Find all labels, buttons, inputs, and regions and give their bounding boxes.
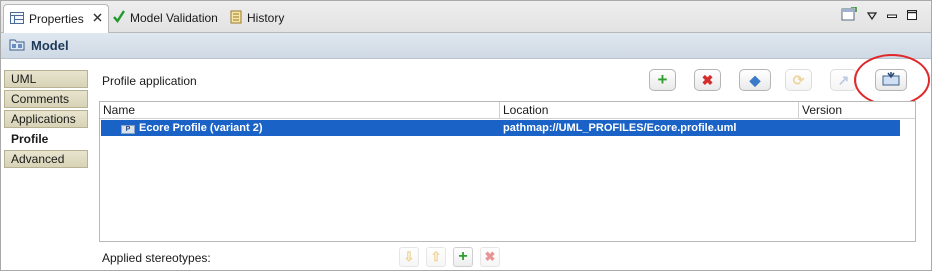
add-profile-button[interactable]: + bbox=[649, 69, 676, 91]
close-icon[interactable] bbox=[93, 13, 102, 25]
reapply-icon: ⟳ bbox=[792, 71, 805, 88]
tab-label: Model Validation bbox=[130, 11, 218, 25]
tab-history[interactable]: History bbox=[224, 4, 290, 32]
add-stereotype-button[interactable]: + bbox=[453, 247, 473, 267]
profile-location-cell: pathmap://UML_PROFILES/Ecore.profile.uml bbox=[503, 122, 737, 134]
properties-title-bar: Model bbox=[1, 33, 931, 59]
column-header-name[interactable]: Name bbox=[100, 102, 500, 119]
column-header-version[interactable]: Version bbox=[799, 102, 900, 119]
remove-icon: ✖ bbox=[701, 71, 714, 88]
minimize-icon[interactable] bbox=[887, 9, 897, 23]
section-tab-applications[interactable]: Applications bbox=[4, 110, 88, 128]
properties-view: Properties Model Validation History Mode… bbox=[0, 0, 932, 271]
tab-model-validation[interactable]: Model Validation bbox=[107, 4, 224, 32]
apply-stereotype-button[interactable]: ◆ bbox=[739, 69, 771, 91]
model-icon bbox=[9, 38, 25, 54]
new-window-icon[interactable] bbox=[841, 6, 857, 24]
profile-toolbar: + ✖ ◆ ⟳ ↗ bbox=[1, 69, 931, 93]
tab-label: History bbox=[247, 11, 285, 25]
add-icon: + bbox=[458, 248, 468, 265]
move-down-button[interactable]: ⇩ bbox=[399, 247, 419, 267]
column-header-location[interactable]: Location bbox=[500, 102, 799, 119]
view-menu-icon[interactable] bbox=[866, 9, 878, 23]
profile-name-cell: Ecore Profile (variant 2) bbox=[139, 122, 263, 134]
tab-bar: Properties Model Validation History bbox=[1, 1, 931, 33]
checkmark-icon bbox=[113, 10, 126, 26]
section-tab-advanced[interactable]: Advanced bbox=[4, 150, 88, 168]
applied-stereotypes-label: Applied stereotypes: bbox=[102, 251, 211, 265]
migrate-profile-button[interactable]: ↗ bbox=[830, 69, 857, 91]
history-icon bbox=[230, 10, 242, 27]
move-up-button[interactable]: ⇧ bbox=[426, 247, 446, 267]
arrow-up-icon: ⇧ bbox=[430, 249, 442, 264]
remove-icon: ✖ bbox=[484, 249, 496, 264]
page-title: Model bbox=[31, 38, 69, 53]
remove-profile-button[interactable]: ✖ bbox=[694, 69, 721, 91]
table-row[interactable]: P Ecore Profile (variant 2) pathmap://UM… bbox=[101, 120, 900, 136]
maximize-icon[interactable] bbox=[907, 9, 917, 23]
migrate-icon: ↗ bbox=[837, 71, 850, 88]
remove-stereotype-button[interactable]: ✖ bbox=[480, 247, 500, 267]
profile-table: Name Location Version P Ecore Profile (v… bbox=[99, 101, 916, 242]
section-tab-profile[interactable]: Profile bbox=[4, 130, 88, 148]
tab-properties[interactable]: Properties bbox=[3, 4, 109, 33]
table-header: Name Location Version bbox=[100, 102, 915, 119]
reapply-profile-button[interactable]: ⟳ bbox=[785, 69, 812, 91]
add-icon: + bbox=[657, 70, 668, 89]
apply-icon: ◆ bbox=[749, 71, 761, 88]
profile-icon: P bbox=[121, 120, 135, 136]
properties-view-icon bbox=[10, 11, 24, 27]
annotation-circle bbox=[854, 54, 930, 106]
arrow-down-icon: ⇩ bbox=[403, 249, 415, 264]
tab-label: Properties bbox=[29, 12, 84, 26]
